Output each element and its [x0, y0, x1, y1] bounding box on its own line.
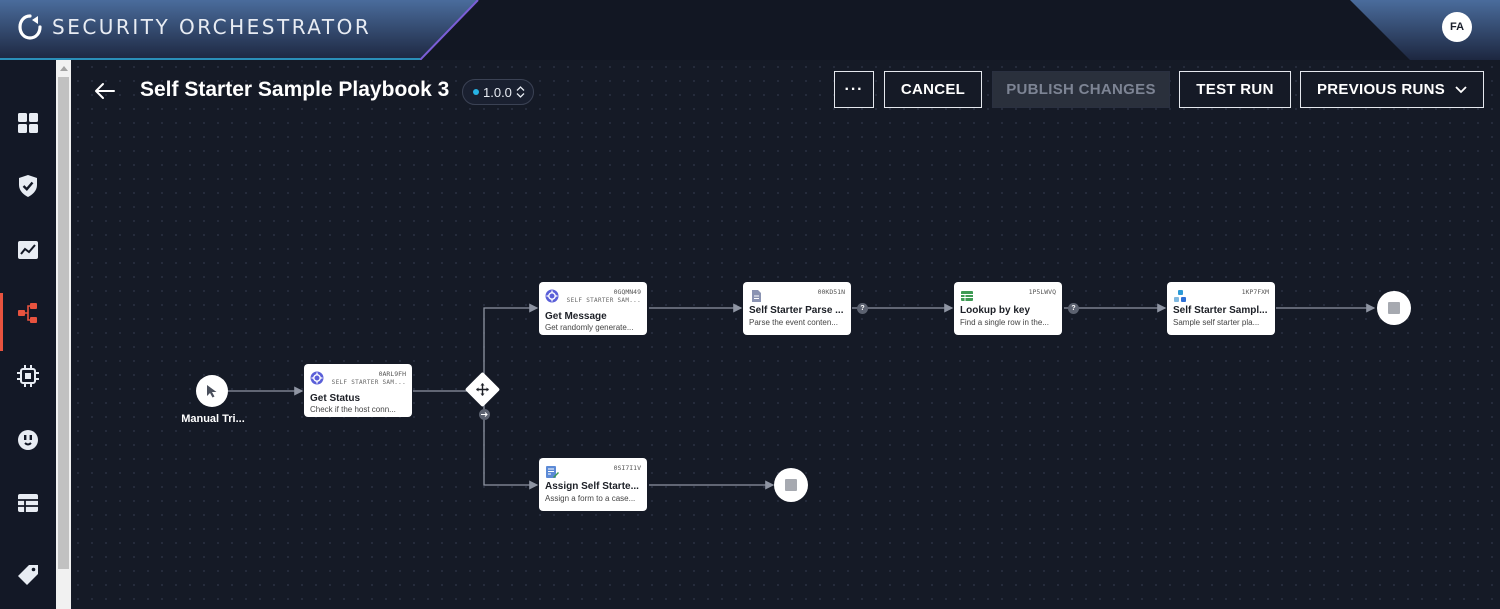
scrollbar-thumb[interactable]: [58, 77, 69, 569]
node-id: 0SI7I1V: [613, 464, 641, 472]
node-name: Assign Self Starte...: [545, 481, 639, 492]
node-name: Get Status: [310, 393, 361, 404]
move-arrows-icon: [472, 379, 493, 400]
grid-icon: [18, 113, 38, 133]
table-icon: [961, 291, 973, 301]
node-id: 0ARL9FH: [378, 370, 406, 378]
chart-icon: [18, 241, 38, 259]
node-name: Lookup by key: [960, 305, 1031, 316]
sidebar-item-playbooks[interactable]: [0, 289, 56, 351]
sidebar-scrollbar[interactable]: [56, 60, 71, 609]
node-type: SELF STARTER SAM...: [331, 379, 406, 386]
node-name: Get Message: [545, 311, 607, 322]
node-id: 00KD51N: [817, 288, 845, 296]
manual-trigger-label: Manual Tri...: [181, 413, 245, 425]
node-self-starter-parse[interactable]: 00KD51N Self Starter Parse ... Parse the…: [743, 282, 851, 335]
manual-trigger-node[interactable]: [196, 375, 228, 407]
form-edit-icon: [546, 466, 559, 478]
previous-runs-label: PREVIOUS RUNS: [1316, 81, 1446, 98]
node-self-starter-sample[interactable]: 1KP7FXM Self Starter Sampl... Sample sel…: [1167, 282, 1275, 335]
sidebar-item-tables[interactable]: [0, 479, 56, 527]
sidebar-item-dashboard[interactable]: [0, 99, 56, 147]
workflow-icon: [18, 303, 37, 323]
gear-badge-icon: [545, 289, 559, 303]
node-name: Self Starter Sampl...: [1173, 305, 1268, 316]
node-description: Get randomly generate...: [545, 323, 634, 332]
cursor-icon: [207, 385, 217, 398]
tag-icon: [18, 565, 38, 585]
sidebar-item-plugins[interactable]: [0, 416, 56, 464]
sort-arrows-icon: [516, 86, 525, 98]
publish-changes-button[interactable]: PUBLISH CHANGES: [992, 71, 1170, 108]
plug-icon: [18, 430, 38, 450]
condition-badge[interactable]: ?: [1068, 303, 1079, 314]
node-lookup-by-key[interactable]: 1P5LWVQ Lookup by key Find a single row …: [954, 282, 1062, 335]
node-description: Assign a form to a case...: [545, 494, 636, 503]
node-id: 1KP7FXM: [1241, 288, 1269, 296]
node-description: Sample self starter pla...: [1173, 318, 1260, 327]
playbook-canvas[interactable]: Self Starter Sample Playbook 3 1.0.0 ···…: [71, 60, 1500, 609]
scroll-up-arrow-icon[interactable]: [56, 60, 71, 76]
node-id: 0GQMN49: [613, 288, 641, 296]
test-run-button[interactable]: TEST RUN: [1179, 71, 1291, 108]
more-options-button[interactable]: ···: [834, 71, 874, 108]
node-name: Self Starter Parse ...: [749, 305, 844, 316]
version-label: 1.0.0: [483, 84, 512, 100]
node-type: SELF STARTER SAM...: [566, 297, 641, 304]
sidebar-item-cases[interactable]: [0, 162, 56, 210]
previous-runs-button[interactable]: PREVIOUS RUNS: [1300, 71, 1484, 108]
cancel-button[interactable]: CANCEL: [884, 71, 982, 108]
playbook-header: Self Starter Sample Playbook 3 1.0.0 ···…: [71, 60, 1500, 122]
node-id: 1P5LWVQ: [1028, 288, 1056, 296]
stop-square-icon: [1388, 302, 1400, 314]
stop-square-icon: [785, 479, 797, 491]
sidebar: [0, 60, 56, 609]
condition-badge[interactable]: [479, 409, 490, 420]
node-description: Find a single row in the...: [960, 318, 1049, 327]
playbook-title: Self Starter Sample Playbook 3: [140, 78, 450, 101]
node-description: Parse the event conten...: [749, 318, 838, 327]
node-get-message[interactable]: 0GQMN49 SELF STARTER SAM... Get Message …: [539, 282, 647, 335]
node-assign-self-starter[interactable]: 0SI7I1V Assign Self Starte... Assign a f…: [539, 458, 647, 511]
document-icon: [752, 290, 761, 302]
end-node[interactable]: [774, 468, 808, 502]
chevron-down-icon: [1455, 85, 1467, 93]
logo-icon: [18, 14, 42, 40]
chip-icon: [17, 365, 39, 387]
nodes-icon: [1174, 290, 1186, 302]
table-icon: [18, 494, 38, 512]
brand[interactable]: SECURITY ORCHESTRATOR: [18, 14, 371, 40]
sidebar-item-tags[interactable]: [0, 551, 56, 599]
sidebar-item-functions[interactable]: [0, 352, 56, 400]
end-node[interactable]: [1377, 291, 1411, 325]
shield-check-icon: [19, 175, 37, 197]
app-title: SECURITY ORCHESTRATOR: [52, 15, 372, 39]
sidebar-item-reports[interactable]: [0, 226, 56, 274]
user-avatar[interactable]: FA: [1442, 12, 1472, 42]
node-description: Check if the host conn...: [310, 405, 396, 414]
condition-badge[interactable]: ?: [857, 303, 868, 314]
node-get-status[interactable]: 0ARL9FH SELF STARTER SAM... Get Status C…: [304, 364, 412, 417]
gear-badge-icon: [310, 371, 324, 385]
top-bar: SECURITY ORCHESTRATOR FA: [0, 0, 1500, 60]
version-status-dot: [473, 89, 479, 95]
back-arrow-icon[interactable]: [93, 79, 117, 103]
version-selector[interactable]: 1.0.0: [462, 79, 534, 105]
